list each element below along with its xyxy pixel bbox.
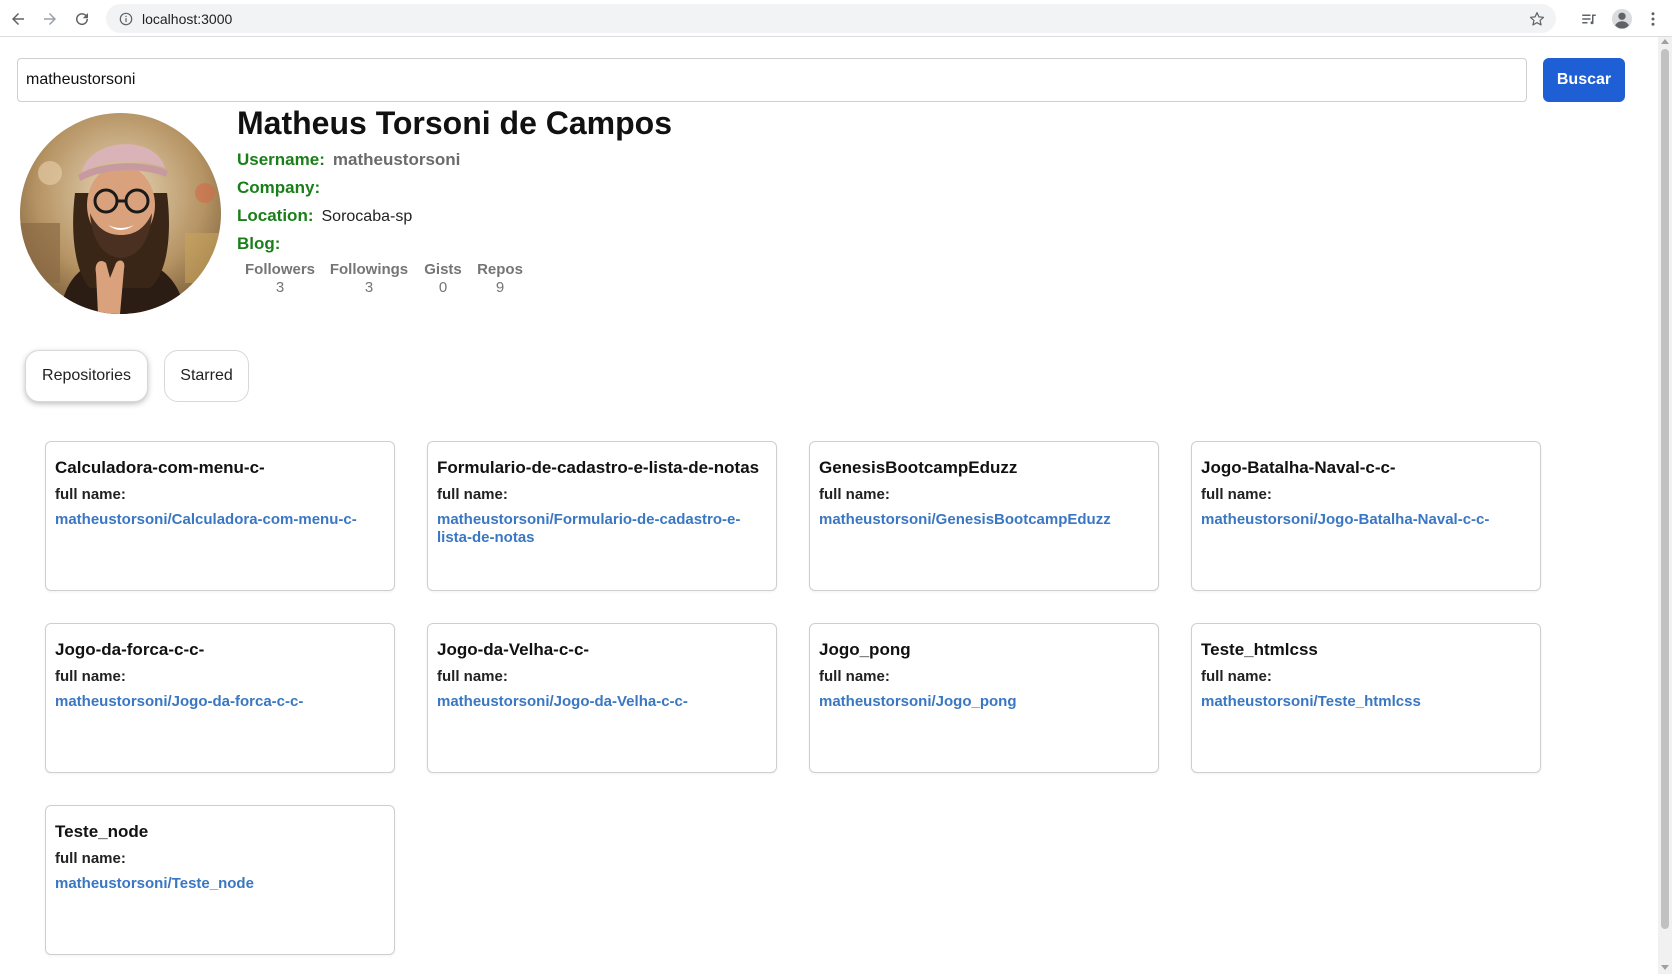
scroll-up-arrow-icon[interactable] [1661,39,1669,44]
stat-label: Followings [329,261,409,278]
stat-gists: Gists 0 [423,261,463,296]
stat-value: 0 [438,279,448,296]
address-url: localhost:3000 [142,10,233,27]
info-icon[interactable] [118,11,134,27]
repo-card: GenesisBootcampEduzz full name: matheust… [809,441,1159,591]
page-scrollbar[interactable] [1658,37,1672,974]
scrollbar-thumb[interactable] [1661,49,1669,929]
stat-repos: Repos 9 [475,261,525,296]
tab-starred[interactable]: Starred [164,350,249,402]
repo-card: Jogo-Batalha-Naval-c-c- full name: mathe… [1191,441,1541,591]
repo-fullname-label: full name: [55,850,126,867]
repo-fullname-label: full name: [437,668,508,685]
reload-icon[interactable] [70,7,94,31]
blog-row: Blog: [237,234,288,254]
repo-link[interactable]: matheustorsoni/Formulario-de-cadastro-e-… [437,511,768,547]
search-button[interactable]: Buscar [1543,58,1625,102]
repo-name: Jogo-da-forca-c-c- [55,640,205,659]
repo-card: Jogo_pong full name: matheustorsoni/Jogo… [809,623,1159,773]
repo-link[interactable]: matheustorsoni/Jogo-Batalha-Naval-c-c- [1201,511,1532,529]
avatar [20,113,221,314]
repo-card: Teste_node full name: matheustorsoni/Tes… [45,805,395,955]
repo-card: Jogo-da-Velha-c-c- full name: matheustor… [427,623,777,773]
username-value: matheustorsoni [332,150,461,169]
blog-label: Blog: [237,234,281,253]
repo-name: GenesisBootcampEduzz [819,458,1018,477]
repo-fullname-label: full name: [55,486,126,503]
repo-name: Teste_node [55,822,149,841]
repo-link[interactable]: matheustorsoni/GenesisBootcampEduzz [819,511,1150,529]
tab-repositories[interactable]: Repositories [25,350,148,402]
menu-kebab-icon[interactable] [1641,7,1665,31]
repo-card: Calculadora-com-menu-c- full name: mathe… [45,441,395,591]
repo-card: Teste_htmlcss full name: matheustorsoni/… [1191,623,1541,773]
repo-name: Teste_htmlcss [1201,640,1318,659]
location-label: Location: [237,206,314,225]
stat-followers: Followers 3 [245,261,315,296]
repo-link[interactable]: matheustorsoni/Calculadora-com-menu-c- [55,511,386,529]
repo-name: Jogo-da-Velha-c-c- [437,640,590,659]
company-label: Company: [237,178,321,197]
repo-fullname-label: full name: [819,668,890,685]
profile-avatar-icon[interactable] [1610,7,1634,31]
repo-fullname-label: full name: [437,486,508,503]
forward-arrow-icon[interactable] [38,7,62,31]
username-label: Username: [237,150,325,169]
repo-name: Jogo_pong [819,640,911,659]
repo-card: Formulario-de-cadastro-e-lista-de-notas … [427,441,777,591]
back-arrow-icon[interactable] [6,7,30,31]
search-input[interactable] [17,58,1527,102]
profile-name: Matheus Torsoni de Campos [237,105,673,141]
scroll-down-arrow-icon[interactable] [1661,965,1669,970]
stat-value: 9 [495,279,505,296]
location-value: Sorocaba-sp [321,208,413,225]
stat-value: 3 [275,279,285,296]
repo-fullname-label: full name: [1201,668,1272,685]
address-bar[interactable]: localhost:3000 [106,4,1556,33]
company-row: Company: [237,178,328,198]
repo-fullname-label: full name: [55,668,126,685]
browser-toolbar: localhost:3000 [0,0,1672,37]
location-row: Location: Sorocaba-sp [237,206,412,226]
repo-link[interactable]: matheustorsoni/Teste_node [55,875,386,893]
stat-label: Gists [424,261,462,278]
stat-label: Repos [477,261,523,278]
repo-name: Calculadora-com-menu-c- [55,458,265,477]
stat-label: Followers [245,261,316,278]
repo-fullname-label: full name: [819,486,890,503]
username-row: Username: matheustorsoni [237,150,460,170]
repo-card: Jogo-da-forca-c-c- full name: matheustor… [45,623,395,773]
repo-link[interactable]: matheustorsoni/Jogo-da-forca-c-c- [55,693,386,711]
repo-name: Formulario-de-cadastro-e-lista-de-notas [437,458,760,477]
repo-link[interactable]: matheustorsoni/Jogo-da-Velha-c-c- [437,693,768,711]
repo-fullname-label: full name: [1201,486,1272,503]
bookmark-star-icon[interactable] [1528,10,1546,28]
stat-value: 3 [364,279,374,296]
repo-link[interactable]: matheustorsoni/Jogo_pong [819,693,1150,711]
repo-name: Jogo-Batalha-Naval-c-c- [1201,458,1396,477]
reading-list-icon[interactable] [1577,7,1601,31]
stat-followings: Followings 3 [329,261,409,296]
repo-link[interactable]: matheustorsoni/Teste_htmlcss [1201,693,1532,711]
